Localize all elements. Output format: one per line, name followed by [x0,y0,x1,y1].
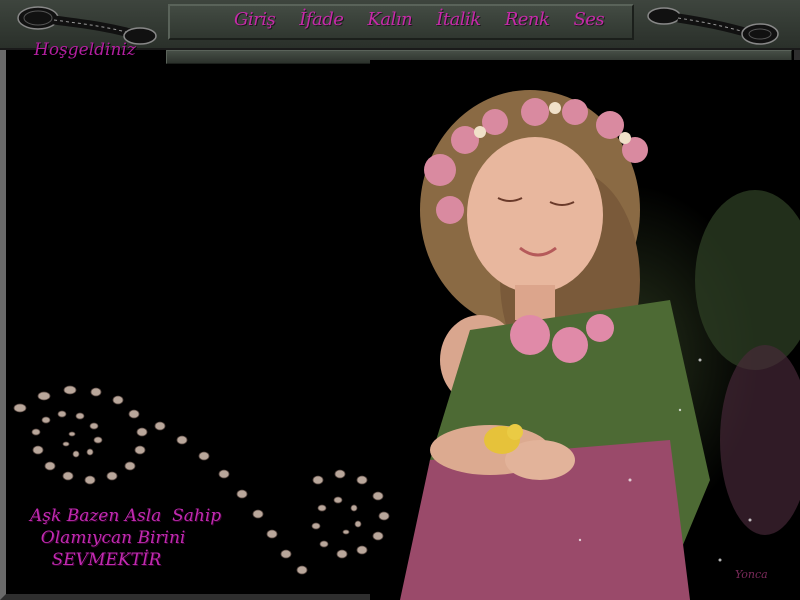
menu-item-ifade[interactable]: İfade [287,9,355,39]
menu-item-ses[interactable]: Ses [561,9,616,39]
fairy-girl-photo [370,60,800,600]
film-reel-icon [647,7,779,45]
quote-line-3: SEVMEKTİR [30,550,162,570]
menu-item-italik[interactable]: İtalik [424,9,493,39]
signature: Yonca [735,568,768,581]
quote-line-2: Olamıycan Birini [30,528,186,548]
fairy-girl-illustration [400,90,800,600]
menu-item-kalin[interactable]: Kalın [355,9,424,39]
menu-item-giris[interactable]: Giriş [222,9,287,39]
quote-text: Aşk Bazen Asla Sahip Olamıycan Birini SE… [30,505,221,571]
welcome-text: Hoşgeldiniz [34,40,136,60]
menu-item-renk[interactable]: Renk [493,9,562,39]
top-menu: Giriş İfade Kalın İtalik Renk Ses [222,9,616,39]
quote-line-1: Aşk Bazen Asla Sahip [30,506,222,526]
